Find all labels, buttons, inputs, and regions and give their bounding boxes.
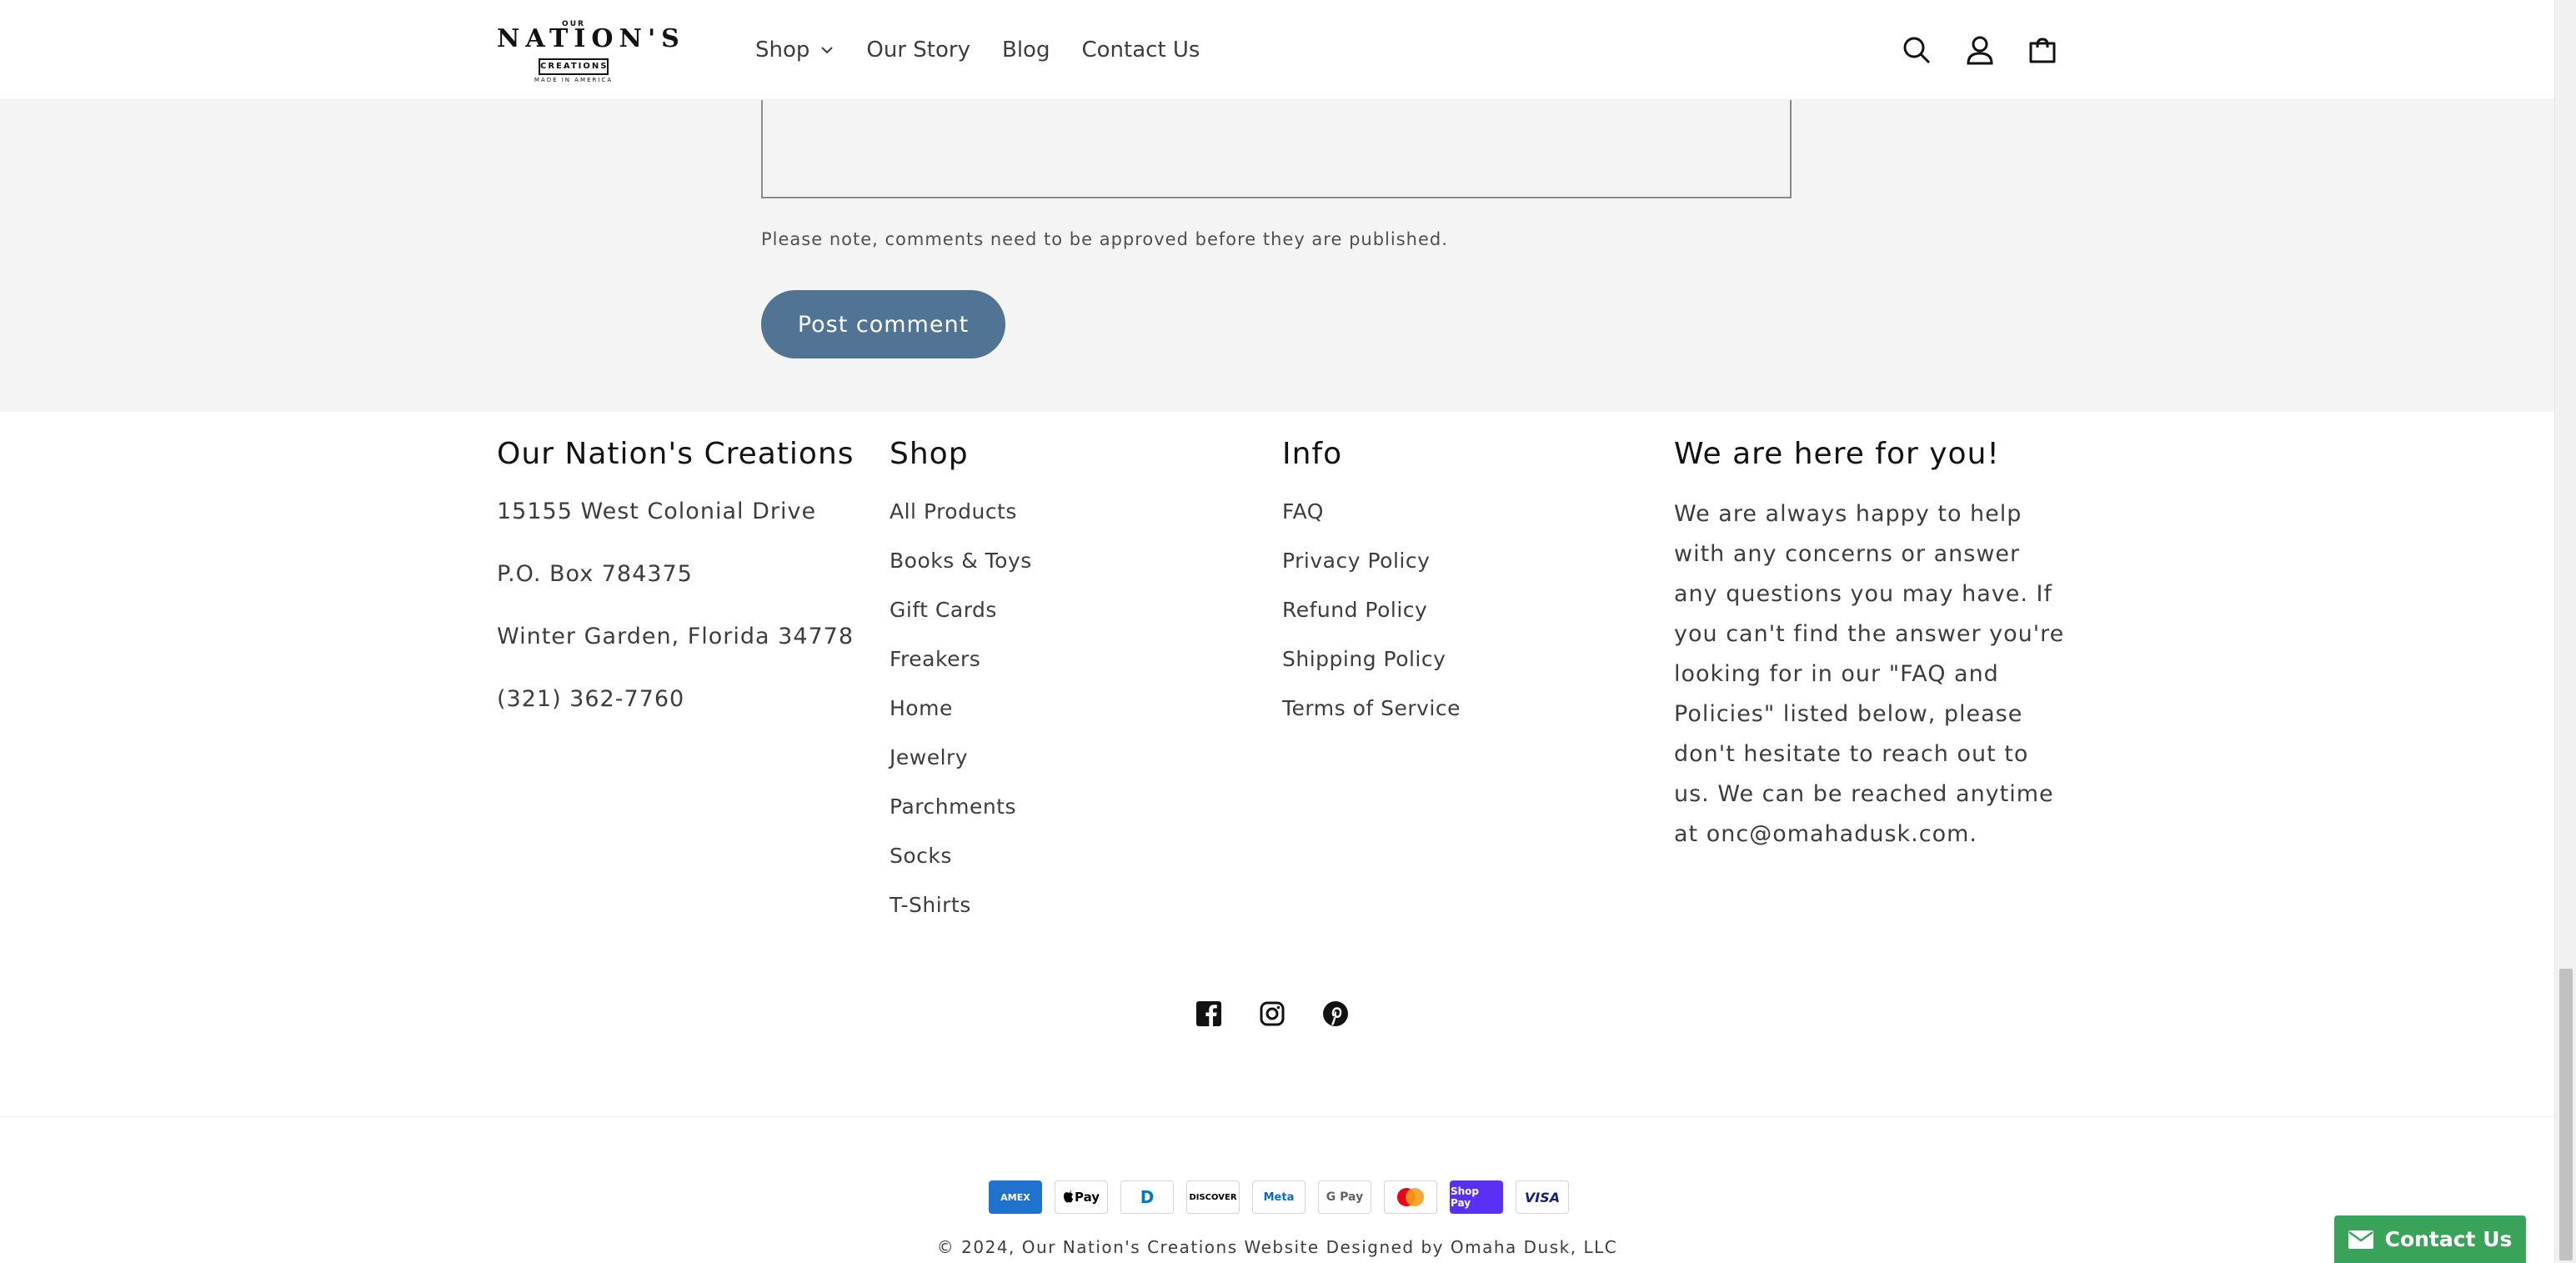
chevron-down-icon — [821, 47, 834, 54]
footer-company-heading: Our Nation's Creations — [497, 437, 854, 471]
footer-shop-heading: Shop — [890, 437, 969, 471]
facebook-icon — [1196, 1001, 1221, 1026]
diners-club-icon: D — [1120, 1180, 1174, 1214]
facebook-link[interactable] — [1190, 995, 1227, 1032]
nav-shop[interactable]: Shop — [755, 38, 834, 63]
mastercard-logo-icon — [1397, 1188, 1424, 1206]
apple-pay-icon: Pay — [1055, 1180, 1108, 1214]
contact-us-widget-label: Contact Us — [2384, 1227, 2513, 1251]
footer-support-heading: We are here for you! — [1674, 437, 2000, 471]
search-button[interactable] — [1897, 30, 1937, 70]
footer-shop: Shop All Products Books & Toys Gift Card… — [890, 437, 1032, 942]
copyright-designer-link[interactable]: Omaha Dusk, LLC — [1451, 1237, 1617, 1257]
footer-link-shipping-policy[interactable]: Shipping Policy — [1282, 647, 1461, 696]
footer-link-gift-cards[interactable]: Gift Cards — [890, 598, 1032, 647]
footer-divider — [0, 1116, 2554, 1117]
footer-link-all-products[interactable]: All Products — [890, 499, 1032, 549]
footer-link-refund-policy[interactable]: Refund Policy — [1282, 598, 1461, 647]
account-icon — [1967, 36, 1993, 65]
payment-methods: AMEX Pay D DISCOVER Meta G Pay Shop Pay … — [989, 1180, 1569, 1214]
footer-link-socks[interactable]: Socks — [890, 844, 1032, 893]
search-icon — [1903, 37, 1931, 64]
account-button[interactable] — [1960, 30, 2000, 70]
google-pay-icon: G Pay — [1318, 1180, 1371, 1214]
footer-support: We are here for you! We are always happy… — [1674, 437, 2066, 855]
mastercard-icon — [1384, 1180, 1437, 1214]
copyright-prefix: © 2024, — [936, 1237, 1022, 1257]
apple-pay-label: Pay — [1074, 1190, 1100, 1205]
pinterest-icon — [1323, 1001, 1348, 1026]
main-nav: Shop Our Story Blog Contact Us — [755, 33, 1231, 67]
footer-support-text: We are always happy to help with any con… — [1674, 501, 2065, 847]
footer-info: Info FAQ Privacy Policy Refund Policy Sh… — [1282, 437, 1461, 745]
discover-icon: DISCOVER — [1186, 1180, 1240, 1214]
page: OUR NATION'S CREATIONS MADE IN AMERICA S… — [0, 0, 2554, 1263]
comment-textarea[interactable] — [761, 100, 1792, 198]
comment-section: Please note, comments need to be approve… — [0, 100, 2554, 412]
moderation-note: Please note, comments need to be approve… — [761, 229, 1448, 249]
cart-button[interactable] — [2022, 30, 2062, 70]
site-logo[interactable]: OUR NATION'S CREATIONS MADE IN AMERICA — [497, 20, 685, 85]
nav-blog[interactable]: Blog — [1002, 38, 1050, 63]
contact-us-widget[interactable]: Contact Us — [2334, 1215, 2526, 1263]
visa-icon: VISA — [1516, 1180, 1569, 1214]
cart-icon — [2029, 38, 2056, 63]
footer-link-home[interactable]: Home — [890, 696, 1032, 745]
site-footer: Our Nation's Creations 15155 West Coloni… — [0, 412, 2554, 1263]
amex-icon: AMEX — [989, 1180, 1042, 1214]
nav-shop-label: Shop — [755, 38, 810, 63]
social-links — [1190, 995, 1354, 1032]
address-line-street: 15155 West Colonial Drive — [497, 499, 817, 524]
envelope-icon — [2348, 1230, 2373, 1249]
logo-creations: CREATIONS — [539, 58, 609, 75]
shop-pay-icon: Shop Pay — [1450, 1180, 1503, 1214]
meta-pay-icon: Meta — [1252, 1180, 1306, 1214]
instagram-link[interactable] — [1254, 995, 1291, 1032]
footer-link-faq[interactable]: FAQ — [1282, 499, 1461, 549]
nav-our-story[interactable]: Our Story — [866, 38, 970, 63]
pinterest-link[interactable] — [1317, 995, 1354, 1032]
address-line-city: Winter Garden, Florida 34778 — [497, 624, 854, 649]
footer-link-parchments[interactable]: Parchments — [890, 794, 1032, 844]
scrollbar-thumb[interactable] — [2559, 969, 2573, 1260]
instagram-icon — [1260, 1001, 1285, 1026]
footer-link-jewelry[interactable]: Jewelry — [890, 745, 1032, 794]
logo-nations: NATION'S — [497, 24, 685, 53]
nav-contact-us[interactable]: Contact Us — [1081, 38, 1200, 63]
footer-link-t-shirts[interactable]: T-Shirts — [890, 893, 1032, 942]
footer-link-freakers[interactable]: Freakers — [890, 647, 1032, 696]
address-line-pobox: P.O. Box 784375 — [497, 561, 693, 587]
copyright-site-link[interactable]: Our Nation's Creations Website — [1022, 1237, 1320, 1257]
copyright-middle: Designed by — [1319, 1237, 1451, 1257]
site-header: OUR NATION'S CREATIONS MADE IN AMERICA S… — [0, 0, 2554, 100]
address-line-phone: (321) 362-7760 — [497, 686, 685, 712]
footer-info-heading: Info — [1282, 437, 1343, 471]
footer-link-books-toys[interactable]: Books & Toys — [890, 549, 1032, 598]
copyright: © 2024, Our Nation's Creations Website D… — [0, 1237, 2554, 1257]
apple-logo-icon — [1063, 1190, 1073, 1203]
page-scrollbar[interactable] — [2554, 0, 2576, 1263]
logo-tagline: MADE IN AMERICA — [534, 77, 614, 83]
post-comment-button[interactable]: Post comment — [761, 290, 1005, 358]
footer-link-privacy-policy[interactable]: Privacy Policy — [1282, 549, 1461, 598]
footer-link-terms-of-service[interactable]: Terms of Service — [1282, 696, 1461, 745]
footer-company: Our Nation's Creations 15155 West Coloni… — [497, 437, 854, 749]
